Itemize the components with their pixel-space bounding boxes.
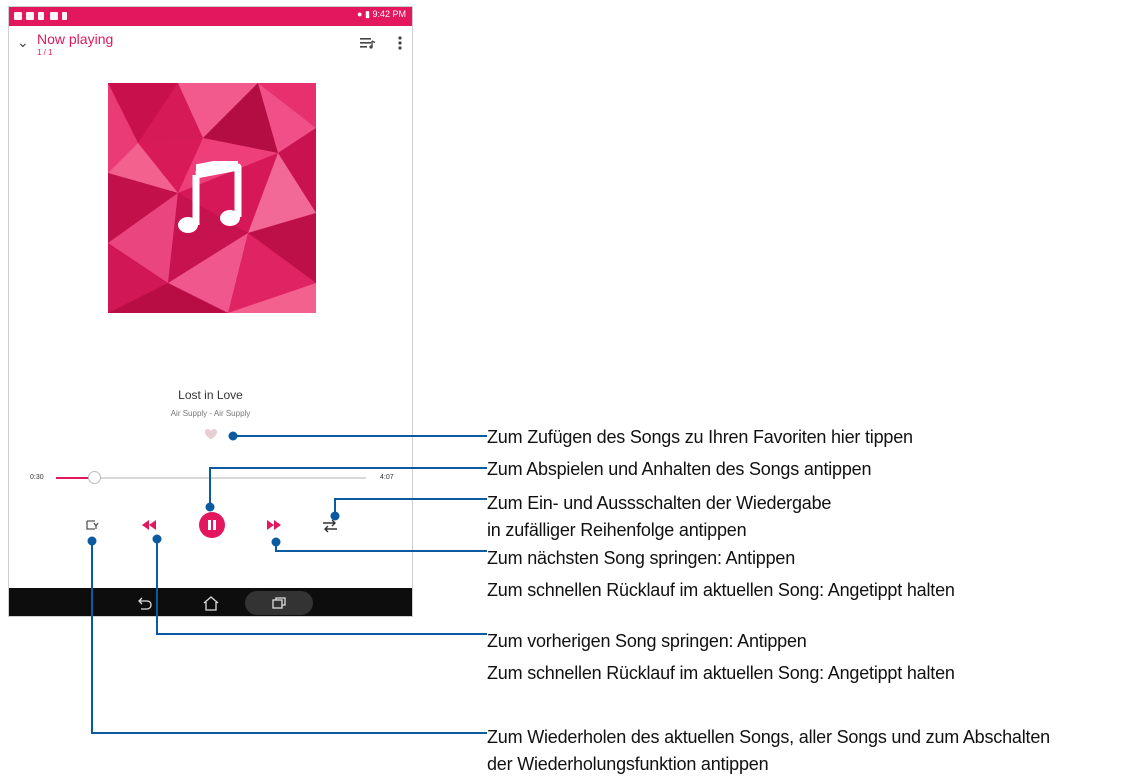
callout-next: Zum nächsten Song springen: Antippen Zum… bbox=[487, 548, 955, 600]
callout-shuffle: Zum Ein- und Aussschalten der Wiedergabe… bbox=[487, 493, 832, 540]
callout-play-pause: Zum Abspielen und Anhalten des Songs ant… bbox=[487, 459, 872, 479]
callout-previous: Zum vorherigen Song springen: Antippen Z… bbox=[487, 631, 955, 683]
callout-favorite: Zum Zufügen des Songs zu Ihren Favoriten… bbox=[487, 427, 913, 447]
callout-repeat: Zum Wiederholen des aktuellen Songs, all… bbox=[487, 727, 1050, 774]
